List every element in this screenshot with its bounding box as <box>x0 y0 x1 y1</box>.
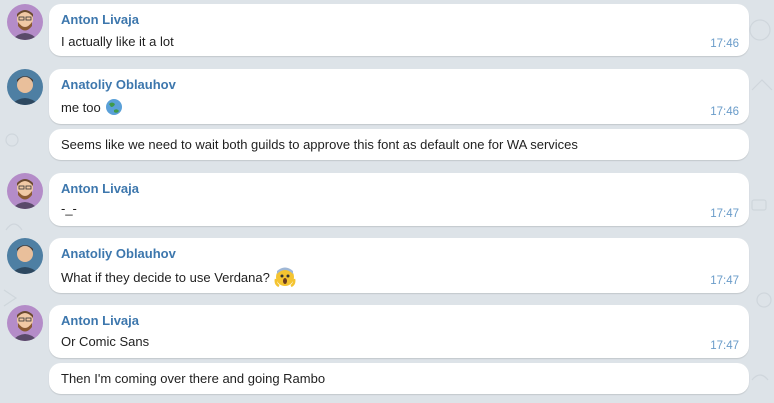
message-text-content: What if they decide to use Verdana? <box>61 269 270 285</box>
message-time: 17:47 <box>710 208 739 220</box>
message-bubble[interactable]: Anatoliy Oblauhov me too 17:46 <box>49 69 749 124</box>
message-bubble[interactable]: Anton Livaja -_- 17:47 <box>49 173 749 226</box>
message-time: 17:46 <box>710 38 739 50</box>
message-bubble[interactable]: Anton Livaja Or Comic Sans 17:47 <box>49 305 749 358</box>
message-text: Seems like we need to wait both guilds t… <box>61 137 578 152</box>
user-avatar-icon <box>12 10 38 40</box>
author-name[interactable]: Anatoliy Oblauhov <box>61 77 176 92</box>
avatar[interactable] <box>7 173 43 209</box>
author-name[interactable]: Anton Livaja <box>61 313 139 328</box>
earth-globe-emoji-icon <box>105 98 123 119</box>
user-avatar-icon <box>12 311 38 341</box>
message-text-content: me too <box>61 99 101 115</box>
message-text: I actually like it a lot <box>61 34 174 49</box>
avatar[interactable] <box>7 69 43 105</box>
message-text: -_- <box>61 201 77 216</box>
message-text: What if they decide to use Verdana? <box>61 266 296 291</box>
message-text: Then I'm coming over there and going Ram… <box>61 371 326 386</box>
message-bubble[interactable]: Then I'm coming over there and going Ram… <box>49 363 749 394</box>
avatar[interactable] <box>7 305 43 341</box>
message-text: Or Comic Sans <box>61 334 150 349</box>
message-text: me too <box>61 98 123 119</box>
user-avatar-icon <box>11 76 39 105</box>
message-bubble[interactable]: Anton Livaja I actually like it a lot 17… <box>49 4 749 56</box>
message-bubble[interactable]: Anatoliy Oblauhov What if they decide to… <box>49 238 749 293</box>
user-avatar-icon <box>12 179 38 209</box>
author-name[interactable]: Anton Livaja <box>61 12 139 27</box>
message-bubble[interactable]: Seems like we need to wait both guilds t… <box>49 129 749 160</box>
message-time: 17:47 <box>710 340 739 352</box>
avatar[interactable] <box>7 4 43 40</box>
avatar[interactable] <box>7 238 43 274</box>
screaming-face-emoji-icon <box>274 266 296 291</box>
user-avatar-icon <box>11 245 39 274</box>
author-name[interactable]: Anatoliy Oblauhov <box>61 246 176 261</box>
message-time: 17:47 <box>710 275 739 287</box>
message-time: 17:46 <box>710 106 739 118</box>
author-name[interactable]: Anton Livaja <box>61 181 139 196</box>
